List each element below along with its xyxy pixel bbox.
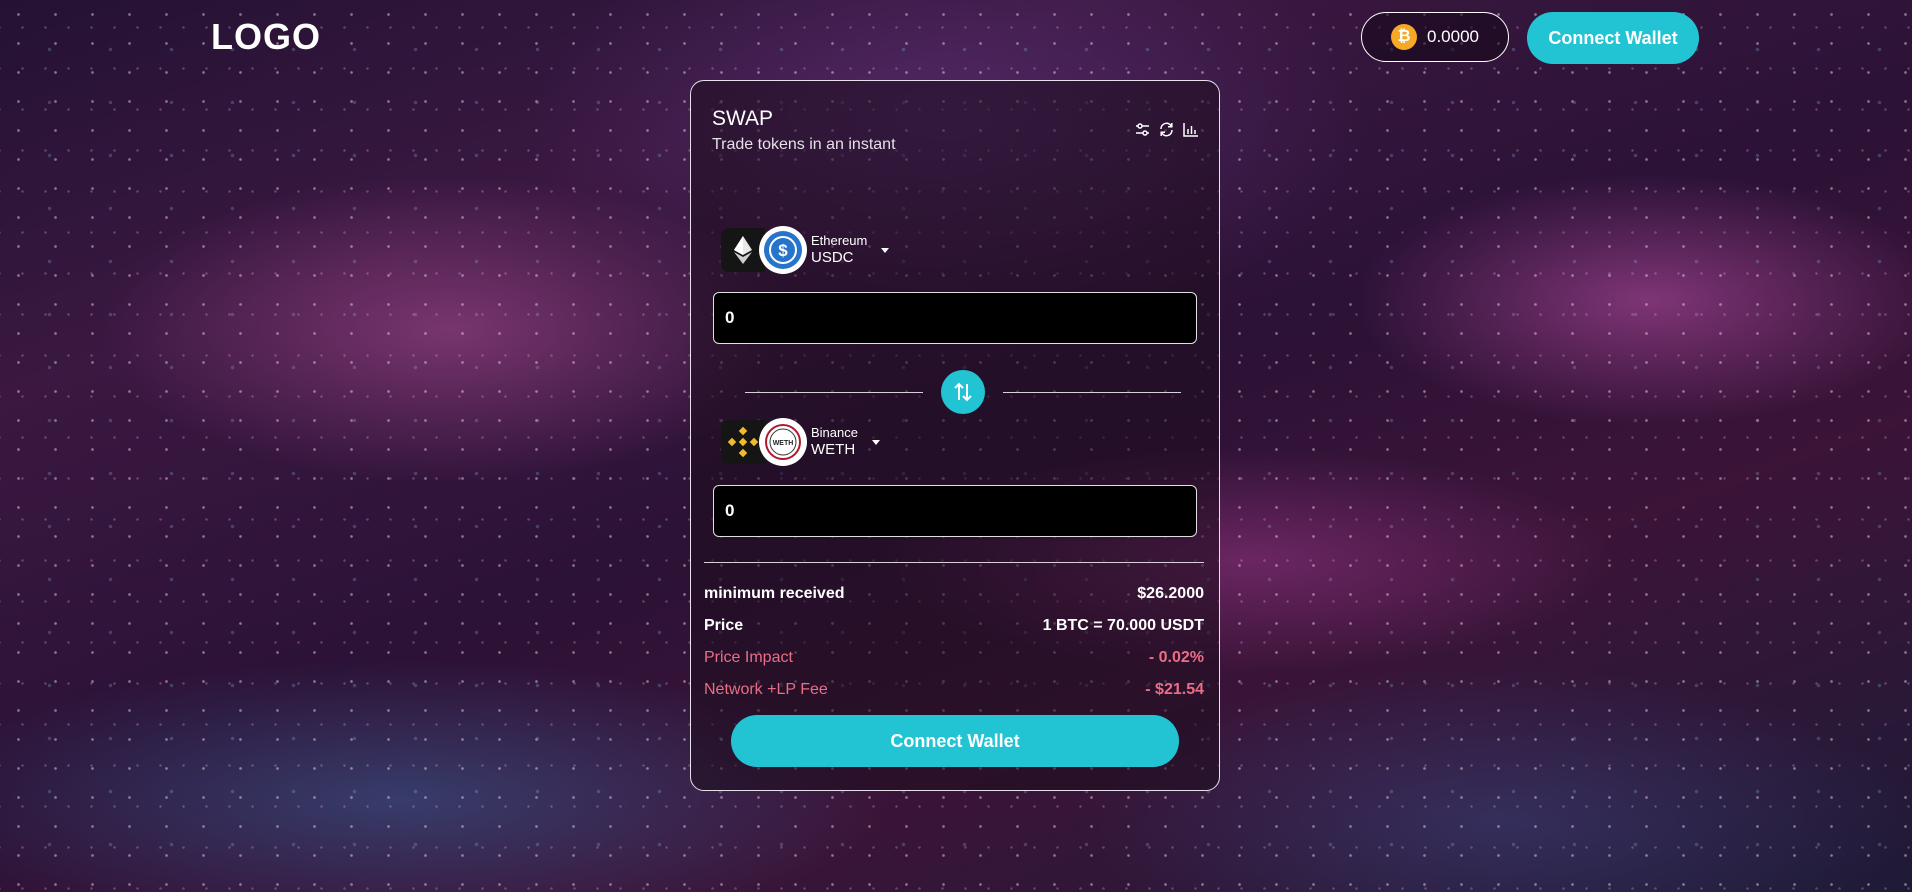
price-value: 1 BTC = 70.000 USDT	[1042, 617, 1204, 634]
price-label: Price	[704, 617, 744, 634]
logo[interactable]: LOGO	[211, 16, 321, 58]
info-divider	[704, 562, 1204, 563]
min-received-row: minimum received $26.2000	[704, 585, 1204, 603]
from-token-selector[interactable]: $ Ethereum USDC	[721, 226, 890, 274]
price-row: Price 1 BTC = 70.000 USDT	[704, 617, 1204, 635]
network-fee-label: Network +LP Fee	[704, 681, 828, 698]
svg-text:WETH: WETH	[773, 440, 794, 447]
to-token-selector[interactable]: WETH Binance WETH	[721, 418, 880, 466]
svg-text:$: $	[778, 241, 788, 260]
connect-wallet-button[interactable]: Connect Wallet	[731, 715, 1179, 767]
price-impact-row: Price Impact - 0.02%	[704, 649, 1204, 667]
min-received-label: minimum received	[704, 585, 845, 602]
swap-card: SWAP Trade tokens in an instant $ Ethere…	[690, 80, 1220, 791]
to-amount-input[interactable]	[713, 485, 1197, 537]
chevron-down-icon	[881, 247, 890, 253]
to-token-label: WETH	[811, 440, 856, 458]
wallet-balance[interactable]: ₿ 0.0000	[1361, 12, 1509, 62]
divider-right	[1003, 392, 1181, 393]
min-received-value: $26.2000	[1137, 585, 1204, 602]
bitcoin-coin-icon: ₿	[1391, 24, 1417, 50]
price-impact-label: Price Impact	[704, 649, 793, 666]
header-connect-wallet-button[interactable]: Connect Wallet	[1527, 12, 1699, 64]
divider-left	[745, 392, 923, 393]
refresh-icon[interactable]	[1158, 121, 1175, 138]
network-fee-row: Network +LP Fee - $21.54	[704, 681, 1204, 699]
price-impact-value: - 0.02%	[1148, 649, 1204, 666]
swap-title: SWAP	[712, 107, 774, 130]
from-token-label: USDC	[811, 248, 854, 266]
usdc-icon: $	[759, 226, 807, 274]
balance-value: 0.0000	[1427, 27, 1479, 46]
from-amount-input[interactable]	[713, 292, 1197, 344]
swap-subtitle: Trade tokens in an instant	[712, 136, 896, 153]
to-chain-label: Binance	[811, 425, 858, 441]
network-fee-value: - $21.54	[1145, 681, 1204, 698]
chart-icon[interactable]	[1182, 121, 1199, 138]
swap-direction-button[interactable]	[941, 370, 985, 414]
weth-icon: WETH	[759, 418, 807, 466]
chevron-down-icon	[871, 439, 880, 445]
swap-tools	[1134, 121, 1199, 138]
from-chain-label: Ethereum	[811, 233, 868, 249]
settings-sliders-icon[interactable]	[1134, 121, 1151, 138]
swap-arrows-icon	[954, 382, 972, 402]
